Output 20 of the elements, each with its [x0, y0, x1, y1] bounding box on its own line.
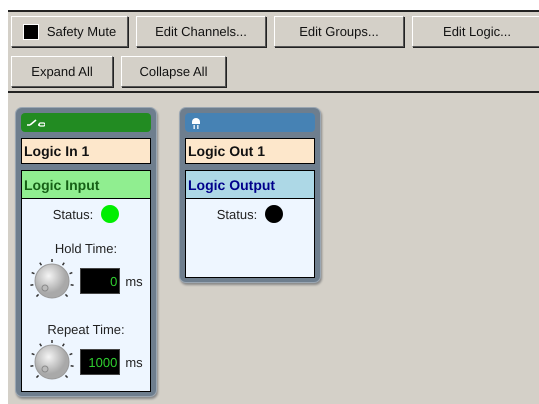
- status-label: Status:: [52, 206, 94, 222]
- block-name: Logic Out 1: [185, 138, 315, 164]
- block-type: Logic Output: [186, 171, 314, 199]
- value-display[interactable]: 0: [80, 268, 120, 294]
- control-label: Repeat Time:: [47, 322, 125, 337]
- control-label: Hold Time:: [54, 241, 118, 256]
- toolbar-button[interactable]: Edit Logic...: [412, 16, 539, 47]
- toolbar-button[interactable]: Expand All: [11, 56, 113, 87]
- block-name: Logic In 1: [21, 138, 151, 164]
- toolbar-button[interactable]: Collapse All: [121, 56, 226, 87]
- bulb-icon: [191, 116, 201, 128]
- block-type: Logic Input: [22, 171, 150, 199]
- unit-label: ms: [125, 274, 143, 288]
- value-display[interactable]: 1000: [80, 349, 120, 375]
- unit-label: ms: [125, 354, 143, 370]
- toolbar-button[interactable]: Edit Channels...: [136, 16, 266, 47]
- status-label: Status:: [216, 206, 258, 222]
- toolbar-button[interactable]: Edit Groups...: [274, 16, 404, 47]
- toggle-button[interactable]: Safety Mute: [11, 16, 128, 47]
- switch-icon: [27, 118, 45, 126]
